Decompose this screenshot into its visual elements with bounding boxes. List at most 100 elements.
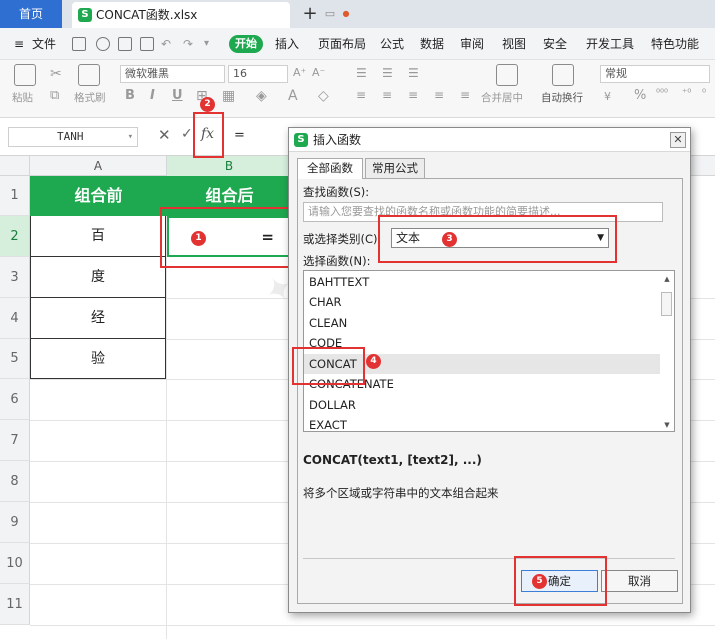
row-header-3[interactable]: 3 [0, 257, 30, 298]
row-header-7[interactable]: 7 [0, 420, 30, 461]
menu-page-layout[interactable]: 页面布局 [318, 28, 366, 60]
align-right-icon[interactable]: ≡ [408, 88, 418, 102]
column-header-a[interactable]: A [30, 156, 167, 176]
font-grow-icon[interactable]: A⁺ [293, 66, 306, 79]
number-format-select[interactable]: 常规 [600, 65, 710, 83]
dialog-close-button[interactable]: ✕ [670, 132, 686, 148]
distribute-icon[interactable]: ≡ [460, 88, 470, 102]
format-painter-label[interactable]: 格式刷 [74, 90, 106, 105]
paste-button-label[interactable]: 粘贴 [12, 90, 33, 105]
menu-developer[interactable]: 开发工具 [586, 28, 634, 60]
hamburger-menu-icon[interactable]: ≡ [14, 28, 24, 60]
increase-decimal-icon[interactable]: ⁺⁰ [682, 88, 691, 99]
select-all-corner[interactable] [0, 156, 30, 176]
cell-a2[interactable]: 百 [30, 216, 166, 257]
merge-center-icon[interactable] [496, 64, 518, 86]
print-icon[interactable] [118, 37, 132, 51]
confirm-formula-button[interactable]: ✓ [181, 126, 193, 142]
function-item-clean[interactable]: CLEAN [304, 313, 660, 333]
column-header-b[interactable]: B [167, 156, 292, 176]
row-header-5[interactable]: 5 [0, 339, 30, 379]
print-preview-icon[interactable] [96, 37, 110, 51]
menu-view[interactable]: 视图 [502, 28, 526, 60]
formula-input[interactable]: = [234, 128, 245, 143]
highlight-box-concat [292, 347, 365, 385]
unsaved-dot-icon[interactable]: ● [340, 8, 352, 20]
tab-all-functions[interactable]: 全部函数 [297, 158, 363, 179]
row-header-2[interactable]: 2 [0, 216, 30, 257]
paste-icon[interactable] [14, 64, 36, 86]
menu-file[interactable]: 文件 [32, 28, 56, 60]
function-item-exact[interactable]: EXACT [304, 415, 660, 431]
function-item-dollar[interactable]: DOLLAR [304, 395, 660, 415]
row-header-6[interactable]: 6 [0, 379, 30, 420]
menu-kaishi[interactable]: 开始 [229, 35, 263, 53]
scrollbar-thumb[interactable] [661, 292, 672, 316]
eraser-icon[interactable]: ◇ [318, 88, 329, 104]
cancel-formula-button[interactable]: ✕ [158, 126, 171, 144]
row-header-10[interactable]: 10 [0, 543, 30, 584]
cancel-button[interactable]: 取消 [601, 570, 678, 592]
export-icon[interactable] [140, 37, 154, 51]
bold-button[interactable]: B [125, 88, 135, 103]
font-shrink-icon[interactable]: A⁻ [312, 66, 325, 79]
name-box-dropdown-icon[interactable]: ▾ [128, 128, 133, 146]
cell-a3[interactable]: 度 [30, 257, 166, 298]
justify-icon[interactable]: ≡ [434, 88, 444, 102]
italic-button[interactable]: I [150, 88, 155, 103]
step-marker-2: 2 [200, 97, 215, 112]
underline-button[interactable]: U [172, 88, 183, 103]
copy-icon[interactable]: ⧉ [50, 88, 59, 103]
category-label: 或选择类别(C): [303, 232, 382, 246]
function-item-char[interactable]: CHAR [304, 292, 660, 312]
align-middle-icon[interactable]: ☰ [382, 66, 393, 80]
cell-a1-header[interactable]: 组合前 [30, 176, 167, 216]
align-top-icon[interactable]: ☰ [356, 66, 367, 80]
align-center-icon[interactable]: ≡ [382, 88, 392, 102]
align-bottom-icon[interactable]: ☰ [408, 66, 419, 80]
cut-icon[interactable]: ✂ [50, 66, 62, 82]
font-color-icon[interactable]: A [288, 88, 298, 104]
name-box[interactable]: TANH ▾ [8, 127, 138, 147]
align-left-icon[interactable]: ≡ [356, 88, 366, 102]
merge-center-label[interactable]: 合并居中 [481, 90, 523, 105]
tab-home[interactable]: 首页 [0, 0, 62, 28]
decrease-decimal-icon[interactable]: ⁰ [702, 88, 706, 99]
row-header-4[interactable]: 4 [0, 298, 30, 339]
row-header-1[interactable]: 1 [0, 176, 30, 216]
scroll-up-arrow-icon[interactable]: ▲ [660, 273, 674, 285]
format-painter-icon[interactable] [78, 64, 100, 86]
menu-security[interactable]: 安全 [543, 28, 567, 60]
row-header-8[interactable]: 8 [0, 461, 30, 502]
quick-access-dropdown-icon[interactable]: ▾ [204, 28, 209, 60]
undo-icon[interactable]: ↶ [161, 28, 171, 60]
wrap-text-label[interactable]: 自动换行 [541, 90, 583, 105]
new-tab-button[interactable]: + [300, 2, 320, 26]
menu-review[interactable]: 审阅 [460, 28, 484, 60]
scroll-down-arrow-icon[interactable]: ▼ [660, 419, 674, 431]
wrap-text-icon[interactable] [552, 64, 574, 86]
menu-insert[interactable]: 插入 [275, 28, 299, 60]
percent-button[interactable]: % [634, 88, 646, 103]
font-size-select[interactable]: 16 [228, 65, 288, 83]
function-item-bahttext[interactable]: BAHTTEXT [304, 272, 660, 292]
thousand-separator-icon[interactable]: ⁰⁰⁰ [656, 88, 668, 99]
cell-a5[interactable]: 验 [30, 339, 166, 379]
spreadsheet-logo-icon: S [294, 133, 308, 147]
menu-data[interactable]: 数据 [420, 28, 444, 60]
dialog-titlebar[interactable]: S 插入函数 ✕ [289, 128, 690, 152]
menu-formulas[interactable]: 公式 [380, 28, 404, 60]
cell-a4[interactable]: 经 [30, 298, 166, 339]
redo-icon[interactable]: ↷ [183, 28, 193, 60]
cell-style-icon[interactable]: ▦ [222, 88, 235, 104]
tab-file[interactable]: S CONCAT函数.xlsx ▭ ● [72, 2, 349, 28]
row-header-9[interactable]: 9 [0, 502, 30, 543]
font-name-select[interactable]: 微软雅黑 [120, 65, 225, 83]
fill-color-icon[interactable]: ◈ [256, 88, 267, 104]
menu-special-features[interactable]: 特色功能 [651, 28, 699, 60]
currency-icon[interactable]: ¥ [604, 90, 611, 103]
monitor-icon[interactable]: ▭ [324, 8, 336, 20]
tab-common-formulas[interactable]: 常用公式 [365, 158, 425, 178]
row-header-11[interactable]: 11 [0, 584, 30, 625]
save-icon[interactable] [72, 37, 86, 51]
